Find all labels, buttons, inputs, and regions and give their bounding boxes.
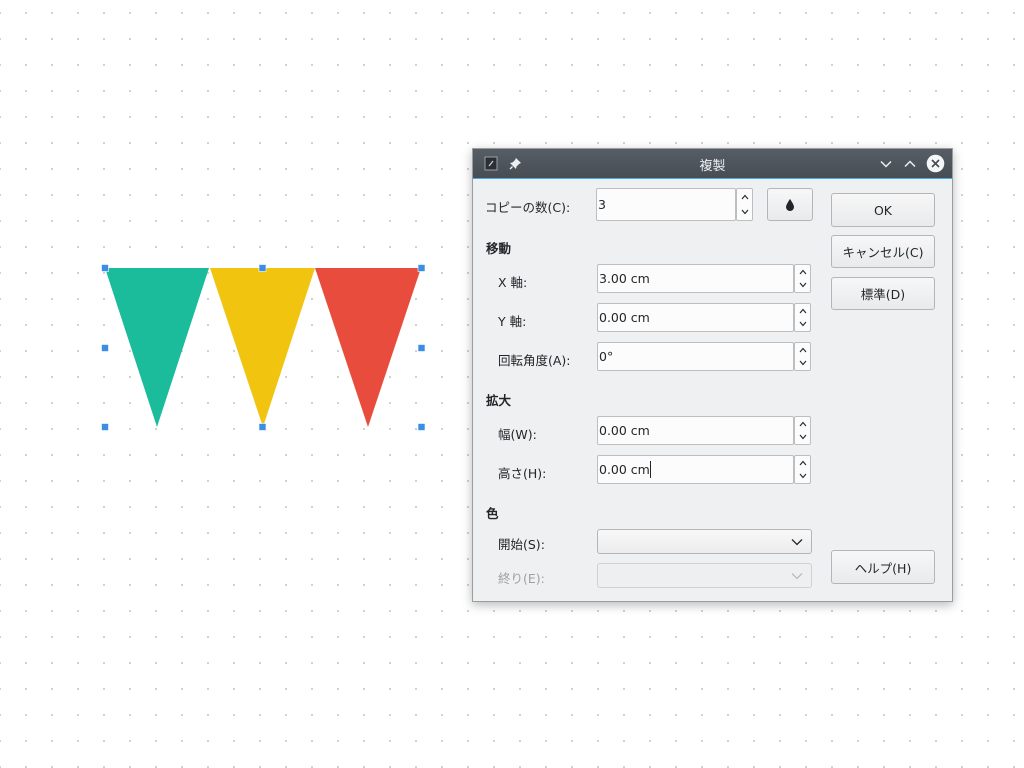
width-input[interactable] [598,417,793,444]
chevron-down-icon [791,564,803,587]
selection-handle-top-right[interactable] [417,264,426,272]
selection-handle-bottom-right[interactable] [417,423,426,431]
color-heading: 色 [486,506,499,521]
selection-handle-top-center[interactable] [258,264,267,272]
height-text-area[interactable]: 0.00 cm [599,456,651,483]
defaults-button[interactable]: 標準(D) [831,277,935,310]
copies-field[interactable] [596,188,736,221]
x-axis-decrement[interactable] [795,279,810,293]
cancel-button[interactable]: キャンセル(C) [831,235,935,268]
text-cursor [649,461,651,478]
width-label: 幅(W): [498,427,537,442]
x-axis-spinbox[interactable] [794,264,811,293]
copies-decrement[interactable] [737,205,752,221]
copies-input[interactable] [597,189,735,220]
red-triangle[interactable] [315,268,421,427]
rotation-angle-field[interactable] [597,342,794,371]
copies-increment[interactable] [737,189,752,205]
drawing-canvas [101,264,426,431]
start-color-dropdown[interactable] [597,529,812,554]
y-axis-input[interactable] [598,304,793,331]
selection-handle-top-left[interactable] [101,264,109,272]
titlebar-accent-line [473,178,952,179]
height-field[interactable]: 0.00 cm [597,455,794,484]
width-spinbox[interactable] [794,416,811,445]
height-spinbox[interactable] [794,455,811,484]
width-increment[interactable] [795,417,810,431]
height-value[interactable]: 0.00 cm [599,462,650,477]
width-field[interactable] [597,416,794,445]
y-axis-field[interactable] [597,303,794,332]
minimize-icon[interactable] [875,149,897,178]
height-label: 高さ(H): [498,466,547,481]
maximize-icon[interactable] [899,149,921,178]
enlarge-heading: 拡大 [486,393,512,408]
teal-triangle[interactable] [105,268,209,427]
height-increment[interactable] [795,456,810,470]
selection-handle-middle-right[interactable] [417,344,426,352]
duplicate-dialog: 複製 コピーの数(C): 移動 X 軸: Y 軸: 回転角度 [472,148,953,602]
yellow-triangle[interactable] [210,268,315,427]
end-color-label: 終り(E): [498,571,545,586]
y-axis-spinbox[interactable] [794,303,811,332]
copies-spinbox[interactable] [736,188,753,221]
end-color-dropdown [597,563,812,588]
drop-icon [786,198,794,211]
width-decrement[interactable] [795,431,810,445]
x-axis-label: X 軸: [498,275,528,290]
ok-button[interactable]: OK [831,193,935,227]
y-axis-label: Y 軸: [498,314,527,329]
selection-handle-bottom-center[interactable] [258,423,267,431]
rotation-angle-spinbox[interactable] [794,342,811,371]
height-decrement[interactable] [795,470,810,484]
rotation-angle-decrement[interactable] [795,357,810,371]
chevron-down-icon [791,530,803,553]
rotation-angle-input[interactable] [598,343,793,370]
help-button[interactable]: ヘルプ(H) [831,550,935,584]
close-icon[interactable] [924,149,946,178]
x-axis-increment[interactable] [795,265,810,279]
values-from-selection-button[interactable] [767,188,813,221]
dialog-titlebar[interactable]: 複製 [473,149,952,178]
copies-label: コピーの数(C): [485,200,571,215]
start-color-label: 開始(S): [498,537,545,552]
y-axis-decrement[interactable] [795,318,810,332]
rotation-angle-label: 回転角度(A): [498,353,571,368]
selection-handle-middle-left[interactable] [101,344,109,352]
rotation-angle-increment[interactable] [795,343,810,357]
x-axis-input[interactable] [598,265,793,292]
x-axis-field[interactable] [597,264,794,293]
move-heading: 移動 [486,241,512,256]
y-axis-increment[interactable] [795,304,810,318]
selection-handle-bottom-left[interactable] [101,423,109,431]
